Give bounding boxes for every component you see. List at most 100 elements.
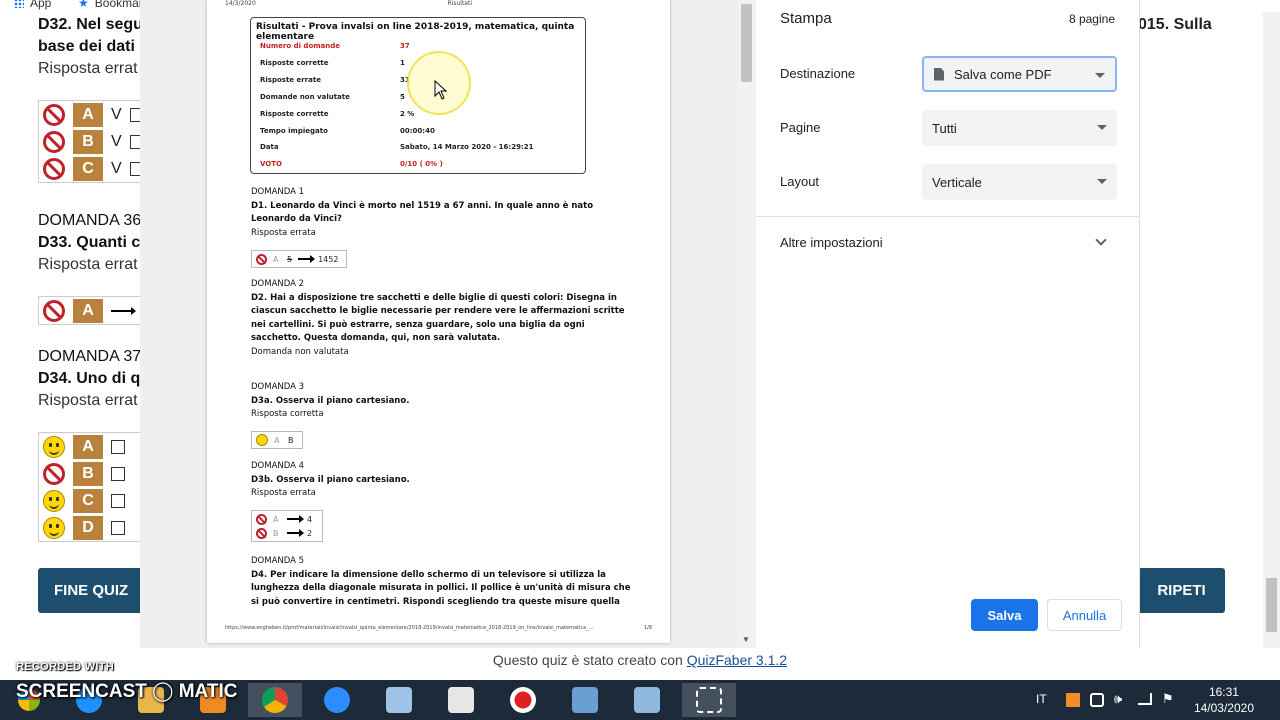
answer-letter: C: [73, 156, 103, 181]
chrome-icon: [262, 687, 288, 713]
taskbar-pen[interactable]: [372, 683, 426, 717]
taskbar-snipping[interactable]: [682, 683, 736, 717]
question-32: D32. Nel segu base dei dati Risposta err…: [38, 16, 143, 78]
answer-letter: B: [73, 129, 103, 154]
question-33-number: DOMANDA 36: [38, 212, 142, 229]
chevron-down-icon[interactable]: [1095, 234, 1107, 246]
preview-scrollbar-thumb[interactable]: [741, 4, 752, 82]
answer-letter: B: [73, 461, 103, 486]
question-32-title-right: 015. Sulla: [1138, 16, 1212, 33]
wrong-icon: [256, 513, 267, 525]
preview-question-5: DOMANDA 5 D4. Per indicare la dimensione…: [251, 556, 631, 607]
result-row: Data Sabato, 14 Marzo 2020 - 16:29:21: [260, 143, 534, 151]
scroll-down-icon[interactable]: ▼: [742, 635, 750, 644]
record-icon: [510, 687, 536, 713]
result-row: VOTO 0/10 ( 0% ): [260, 160, 443, 168]
quizfaber-link[interactable]: QuizFaber 3.1.2: [687, 652, 787, 668]
answer-row: BV: [39, 128, 147, 155]
cancel-button[interactable]: Annulla: [1047, 599, 1122, 631]
apps-grid-icon: [14, 0, 24, 8]
tray-app-icon[interactable]: [1066, 693, 1080, 707]
layout-select[interactable]: Verticale: [922, 164, 1117, 200]
wrong-icon: [256, 253, 267, 265]
wrong-icon: [43, 130, 65, 153]
calculator-icon: [634, 687, 660, 713]
destination-label: Destinazione: [780, 66, 856, 81]
layout-label: Layout: [780, 174, 820, 189]
result-row: Risposte corrette 1: [260, 59, 405, 67]
correct-smile-icon: [43, 516, 65, 539]
correct-smile-icon: [43, 435, 65, 458]
question-32-title-2: base dei dati: [38, 38, 135, 55]
more-settings-toggle[interactable]: Altre impostazioni: [780, 235, 883, 250]
pages-label: Pagine: [780, 120, 821, 135]
snipping-tool-icon: [696, 687, 722, 713]
pages-select[interactable]: Tutti: [922, 110, 1117, 146]
question-34-status: Risposta errat: [38, 392, 138, 409]
preview-scrollbar[interactable]: ▼: [738, 0, 756, 648]
correct-smile-icon: [43, 489, 65, 512]
taskbar-record[interactable]: [496, 683, 550, 717]
question-34-answers: A B C D: [38, 432, 148, 542]
dropdown-caret-icon: [1097, 179, 1107, 184]
answer-checkbox[interactable]: [111, 466, 125, 481]
bookmark-apps[interactable]: App: [14, 0, 51, 10]
end-quiz-button[interactable]: FINE QUIZ: [38, 568, 150, 613]
answer-row: B: [39, 460, 147, 487]
taskbar-calendar[interactable]: [434, 683, 488, 717]
question-33-status: Risposta errat: [38, 256, 138, 273]
calendar-icon: [448, 687, 474, 713]
result-row: Numero di domande 37: [260, 42, 410, 50]
answer-letter: A: [73, 102, 103, 127]
print-title: Stampa: [780, 10, 832, 27]
answer-letter: A: [73, 434, 103, 459]
page-scrollbar[interactable]: [1263, 12, 1280, 648]
answer-row: C: [39, 487, 147, 514]
language-indicator[interactable]: IT: [1036, 692, 1047, 706]
wrong-icon: [256, 527, 267, 539]
answer-checkbox[interactable]: [111, 439, 125, 454]
answer-checkbox[interactable]: [111, 493, 125, 508]
page-header: 14/3/2020 Risultati: [225, 0, 472, 7]
preview-question-3: DOMANDA 3 D3a. Osserva il piano cartesia…: [251, 382, 410, 419]
network-icon[interactable]: [1090, 693, 1104, 707]
repeat-button[interactable]: RIPETI: [1138, 568, 1225, 613]
watermark-line-2: SCREENCAST ◯ MATIC: [16, 681, 238, 702]
arrow-icon: [298, 255, 316, 263]
video-camera-icon: [324, 687, 350, 713]
dropdown-caret-icon: [1097, 125, 1107, 130]
taskbar-chrome[interactable]: [248, 683, 302, 717]
result-row: Tempo impiegato 00:00:40: [260, 127, 435, 135]
flag-icon[interactable]: ⚑: [1162, 691, 1174, 707]
answer-checkbox[interactable]: [111, 520, 125, 535]
arrow-icon: [287, 529, 304, 537]
taskbar-calculator[interactable]: [620, 683, 674, 717]
scrollbar-thumb[interactable]: [1266, 578, 1277, 632]
clock[interactable]: 16:31 14/03/2020: [1194, 684, 1254, 716]
preview-question-2: DOMANDA 2 D2. Hai a disposizione tre sac…: [251, 279, 625, 357]
question-34-number: DOMANDA 37: [38, 348, 142, 365]
signal-icon[interactable]: [1138, 693, 1152, 705]
preview-answers-4: A4 B2: [251, 510, 323, 542]
question-32-status: Risposta errat: [38, 60, 138, 77]
arrow-icon: [111, 306, 136, 315]
answer-letter: A: [73, 298, 103, 323]
save-button[interactable]: Salva: [971, 599, 1038, 631]
result-row: Domande non valutate 5: [260, 93, 405, 101]
destination-select[interactable]: Salva come PDF: [922, 56, 1117, 92]
answer-letter: C: [73, 488, 103, 513]
page-count: 8 pagine: [1068, 12, 1115, 26]
answer-row: CV: [39, 155, 147, 182]
preview-question-4: DOMANDA 4 D3b. Osserva il piano cartesia…: [251, 461, 410, 498]
question-33-title: D33. Quanti c: [38, 234, 141, 251]
taskbar-photos[interactable]: [558, 683, 612, 717]
wrong-icon: [43, 157, 65, 180]
document-icon: [934, 67, 944, 81]
volume-icon[interactable]: 🕪: [1114, 691, 1122, 707]
question-32-title: D32. Nel segu: [38, 16, 143, 33]
answer-row: D: [39, 514, 147, 541]
taskbar-zoom[interactable]: [310, 683, 364, 717]
print-settings-panel: Stampa 8 pagine Destinazione Salva come …: [756, 0, 1140, 648]
wrong-icon: [43, 462, 65, 485]
question-32-answers: AV BV CV: [38, 100, 148, 183]
